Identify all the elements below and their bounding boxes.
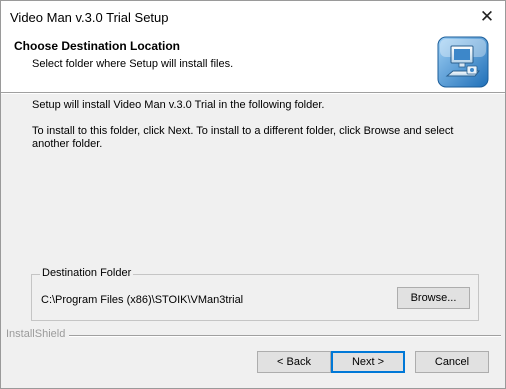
title-bar: Video Man v.3.0 Trial Setup ✕ [1,1,505,33]
destination-path: C:\Program Files (x86)\STOIK\VMan3trial [41,294,244,306]
header-title: Choose Destination Location [14,39,181,53]
window-title: Video Man v.3.0 Trial Setup [10,10,169,25]
header-subtitle: Select folder where Setup will install f… [32,58,234,70]
destination-folder-group: Destination Folder C:\Program Files (x86… [31,267,479,321]
cancel-button[interactable]: Cancel [415,351,489,373]
footer-divider [69,335,501,337]
back-button[interactable]: < Back [257,351,331,373]
close-icon: ✕ [479,7,495,26]
destination-folder-label: Destination Folder [40,267,134,279]
computer-setup-icon [437,36,489,88]
header-divider [1,92,505,94]
browse-button[interactable]: Browse... [397,287,470,309]
installshield-label: InstallShield [6,328,66,340]
close-button[interactable]: ✕ [469,1,505,33]
setup-dialog: Video Man v.3.0 Trial Setup ✕ Choose Des… [0,0,506,389]
instructions-text: To install to this folder, click Next. T… [32,125,454,150]
install-folder-text: Setup will install Video Man v.3.0 Trial… [32,99,325,111]
wizard-header: Choose Destination Location Select folde… [1,33,505,92]
next-button[interactable]: Next > [331,351,405,373]
